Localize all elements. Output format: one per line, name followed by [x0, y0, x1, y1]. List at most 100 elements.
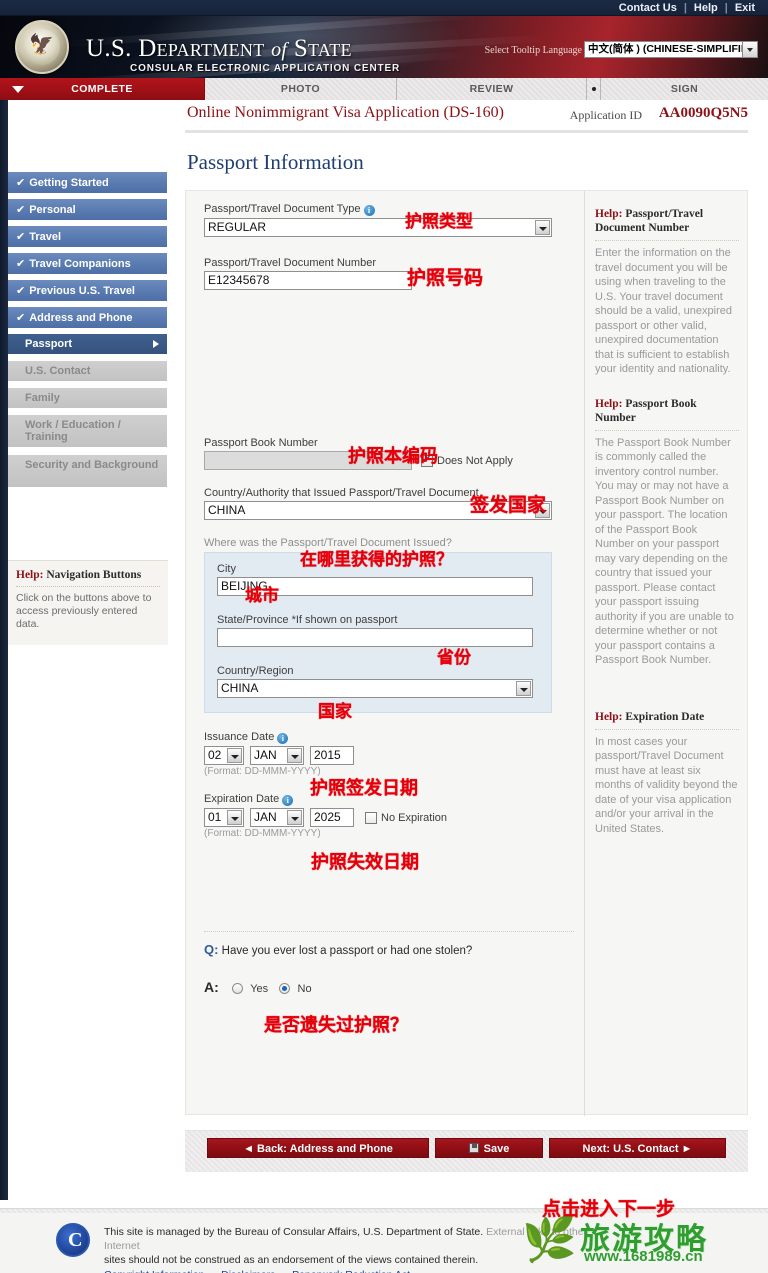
check-icon: ✔ — [16, 231, 26, 243]
issuance-year-input[interactable]: 2015 — [310, 746, 354, 765]
issuing-country-value: CHINA — [208, 503, 246, 517]
chevron-down-icon[interactable] — [742, 42, 757, 57]
annotation-5: 城市 — [245, 586, 279, 606]
label-text: Passport/Travel Document Type — [204, 203, 361, 215]
department-subtitle: CONSULAR ELECTRONIC APPLICATION CENTER — [130, 63, 401, 74]
chevron-down-icon[interactable] — [535, 220, 550, 235]
caret-down-icon — [12, 86, 24, 93]
annotation-10: 是否遗失过护照？ — [264, 1015, 408, 1036]
sidebar-item-address-and-phone[interactable]: ✔ Address and Phone — [8, 306, 168, 329]
radio-no[interactable] — [279, 983, 291, 994]
link-label: Copyright Information — [104, 1269, 204, 1273]
application-header: Online Nonimmigrant Visa Application (DS… — [185, 100, 748, 133]
help-block-document-number: Help: Passport/Travel Document Number En… — [595, 207, 739, 377]
document-type-select[interactable]: REGULAR — [204, 218, 552, 237]
top-links: Contact Us | Help | Exit — [612, 0, 762, 16]
copyright-information-link[interactable]: Copyright Information⧉ — [104, 1269, 210, 1273]
help-body: The Passport Book Number is commonly cal… — [595, 436, 734, 667]
check-icon: ✔ — [16, 312, 26, 324]
tab-complete[interactable]: COMPLETE — [0, 78, 205, 100]
chevron-down-icon[interactable] — [227, 810, 242, 825]
radio-yes[interactable] — [231, 983, 243, 994]
does-not-apply-label: Does Not Apply — [437, 454, 513, 467]
exit-link[interactable]: Exit — [728, 2, 762, 14]
chevron-down-icon[interactable] — [227, 748, 242, 763]
tab-separator-dot — [587, 78, 601, 100]
chevron-down-icon[interactable] — [516, 681, 531, 696]
save-button-label: Save — [483, 1143, 510, 1155]
divider — [204, 931, 574, 932]
tab-photo[interactable]: PHOTO — [205, 78, 397, 100]
info-icon[interactable]: i — [363, 205, 375, 216]
document-type-label: Passport/Travel Document Type i — [204, 203, 574, 216]
tab-review[interactable]: REVIEW — [397, 78, 587, 100]
sidebar-item-getting-started[interactable]: ✔ Getting Started — [8, 171, 168, 194]
tab-sign-label: SIGN — [670, 83, 699, 95]
tooltip-language-select[interactable]: 中文(简体 ) (CHINESE-SIMPLIFIED) — [584, 41, 758, 58]
sidebar-item-passport[interactable]: Passport — [8, 333, 168, 355]
sidebar-item-travel[interactable]: ✔ Travel — [8, 225, 168, 248]
save-button[interactable]: Save — [435, 1138, 543, 1158]
paperwork-reduction-act-link[interactable]: Paperwork Reduction Act⧉ — [292, 1269, 416, 1273]
application-id-value: AA0090Q5N5 — [658, 105, 748, 121]
help-panel: Help: Passport/Travel Document Number En… — [584, 191, 749, 1116]
check-icon: ✔ — [16, 285, 26, 297]
expiration-month-select[interactable]: JAN — [250, 808, 304, 827]
contact-us-link[interactable]: Contact Us — [612, 2, 684, 14]
question-text: Have you ever lost a passport or had one… — [221, 945, 473, 957]
help-link[interactable]: Help — [687, 2, 725, 14]
info-icon[interactable]: i — [282, 795, 294, 806]
field-document-number: Passport/Travel Document Number E1234567… — [204, 257, 574, 290]
state-province-input[interactable] — [217, 628, 533, 647]
sidebar-item-label: Travel Companions — [29, 258, 131, 270]
check-icon: ✔ — [16, 177, 26, 189]
screenshot-root: Contact Us | Help | Exit 🦅 U.S. DEPARTMENT o… — [0, 0, 768, 1273]
expiration-day-value: 01 — [208, 810, 222, 824]
help-title: Help: Passport/Travel Document Number — [595, 207, 739, 241]
sidebar-item-security-and-background[interactable]: Security and Background — [8, 454, 168, 488]
help-prefix: Help: — [595, 208, 623, 220]
tab-sign[interactable]: SIGN — [601, 78, 768, 100]
sidebar: ✔ Getting Started ✔ Personal ✔ Travel ✔ Trav… — [0, 100, 185, 1200]
answer-line: A: Yes No — [204, 979, 574, 995]
sidebar-item-us-contact[interactable]: U.S. Contact — [8, 360, 168, 382]
sidebar-item-travel-companions[interactable]: ✔ Travel Companions — [8, 252, 168, 275]
sidebar-help-body: Click on the buttons above to access pre… — [16, 592, 152, 630]
sidebar-item-family[interactable]: Family — [8, 387, 168, 409]
sidebar-item-label: U.S. Contact — [25, 365, 91, 377]
answer-prefix: A: — [204, 979, 219, 995]
top-utility-bar: Contact Us | Help | Exit — [0, 0, 768, 16]
sidebar-item-previous-us-travel[interactable]: ✔ Previous U.S. Travel — [8, 279, 168, 302]
document-number-input[interactable]: E12345678 — [204, 271, 412, 290]
save-icon — [468, 1143, 479, 1153]
sidebar-item-personal[interactable]: ✔ Personal — [8, 198, 168, 221]
info-icon[interactable]: i — [277, 733, 289, 744]
expiration-year-input[interactable]: 2025 — [310, 808, 354, 827]
tooltip-language-label: Select Tooltip Language — [484, 45, 582, 56]
chevron-down-icon[interactable] — [287, 748, 302, 763]
annotation-0: 护照类型 — [405, 212, 473, 232]
consular-affairs-seal-icon — [56, 1223, 90, 1257]
application-title: Online Nonimmigrant Visa Application (DS… — [187, 104, 504, 121]
sidebar-item-label: Previous U.S. Travel — [29, 285, 135, 297]
disclaimers-link[interactable]: Disclaimers⧉ — [221, 1269, 281, 1273]
issuance-month-value: JAN — [254, 748, 277, 762]
sidebar-item-work-education-training[interactable]: Work / Education / Training — [8, 414, 168, 448]
title-part-department: EPARTMENT — [156, 40, 265, 60]
country-region-select[interactable]: CHINA — [217, 679, 533, 698]
expiration-month-value: JAN — [254, 810, 277, 824]
next-button[interactable]: Next: U.S. Contact ► — [549, 1138, 726, 1158]
label-text: Issuance Date — [204, 731, 275, 743]
link-label: Paperwork Reduction Act — [292, 1269, 410, 1273]
sidebar-left-edge — [0, 100, 8, 1200]
chevron-down-icon[interactable] — [287, 810, 302, 825]
no-expiration-checkbox[interactable] — [365, 811, 377, 824]
annotation-8: 护照签发日期 — [310, 778, 418, 799]
issuance-day-select[interactable]: 02 — [204, 746, 244, 765]
expiration-day-select[interactable]: 01 — [204, 808, 244, 827]
back-button[interactable]: ◄ Back: Address and Phone — [207, 1138, 429, 1158]
issuance-month-select[interactable]: JAN — [250, 746, 304, 765]
help-title-text: Expiration Date — [625, 710, 705, 723]
country-region-label: Country/Region — [217, 665, 294, 677]
radio-no-label: No — [297, 983, 312, 995]
